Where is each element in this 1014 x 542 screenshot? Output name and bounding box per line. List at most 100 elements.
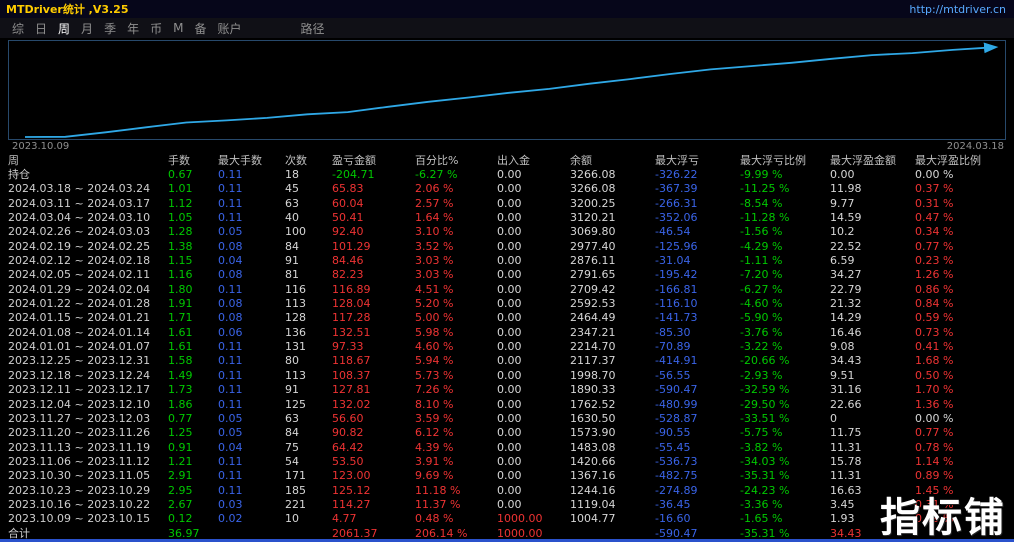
column-header: 最大浮盈比例 bbox=[915, 153, 981, 167]
table-row: 2024.01.08 ~ 2024.01.14 1.61 0.06 136 132.51… bbox=[8, 325, 1014, 339]
table-cell: 2024.01.22 ~ 2024.01.28 bbox=[8, 297, 151, 311]
table-cell: -11.25 % bbox=[740, 182, 790, 196]
table-cell: -4.60 % bbox=[740, 297, 783, 311]
app-url-link[interactable]: http://mtdriver.cn bbox=[909, 3, 1006, 16]
table-cell: 2024.02.05 ~ 2024.02.11 bbox=[8, 268, 151, 282]
table-cell: -3.76 % bbox=[740, 325, 783, 339]
menu-item-综[interactable]: 综 bbox=[12, 20, 24, 37]
table-cell: 2024.01.29 ~ 2024.02.04 bbox=[8, 282, 151, 296]
table-cell: 9.77 bbox=[830, 196, 855, 210]
table-cell: -326.22 bbox=[655, 168, 698, 182]
table-cell: 5.20 % bbox=[415, 297, 454, 311]
table-cell: 22.79 bbox=[830, 282, 862, 296]
table-cell: 84 bbox=[285, 426, 299, 440]
menu-item-备[interactable]: 备 bbox=[194, 20, 206, 37]
table-cell: 64.42 bbox=[332, 440, 364, 454]
table-cell: -90.55 bbox=[655, 426, 691, 440]
table-cell: -274.89 bbox=[655, 483, 698, 497]
table-cell: 0.11 bbox=[218, 211, 243, 225]
table-row: 2024.02.05 ~ 2024.02.11 1.16 0.08 81 82.23 3.… bbox=[8, 268, 1014, 282]
stats-table: 周 手数 最大手数 次数 盈亏金额 百分比% 出入金 余额 最大浮亏 最大浮亏比例 最大浮盈金额 最大… bbox=[0, 153, 1014, 540]
chart-axis-labels: 2023.10.09 2024.03.18 bbox=[0, 140, 1014, 153]
table-cell: -3.22 % bbox=[740, 340, 783, 354]
table-cell: 1.61 bbox=[168, 325, 193, 339]
table-cell: 4.77 bbox=[332, 512, 357, 526]
table-cell: 54 bbox=[285, 454, 299, 468]
table-cell: 1.86 bbox=[168, 397, 193, 411]
menu-item-path[interactable]: 路径 bbox=[301, 20, 325, 37]
table-cell: 0.11 bbox=[218, 196, 243, 210]
table-cell: 2347.21 bbox=[570, 325, 616, 339]
table-cell: 2023.12.11 ~ 2023.12.17 bbox=[8, 383, 151, 397]
table-cell: 1004.77 bbox=[570, 512, 616, 526]
equity-curve-svg bbox=[24, 42, 999, 138]
menu-item-日[interactable]: 日 bbox=[35, 20, 47, 37]
menu-items: 综日周月季年币 M 备账户 bbox=[12, 20, 253, 37]
table-cell: 97.33 bbox=[332, 340, 364, 354]
table-cell: 90.82 bbox=[332, 426, 364, 440]
table-cell: -55.45 bbox=[655, 440, 691, 454]
table-cell: -11.28 % bbox=[740, 211, 790, 225]
table-cell: 0.00 bbox=[497, 211, 522, 225]
table-cell: 0.11 bbox=[218, 469, 243, 483]
table-cell: 36.97 bbox=[168, 526, 200, 540]
table-cell: 0.78 % bbox=[915, 440, 954, 454]
table-cell: 128 bbox=[285, 311, 306, 325]
menu-item-季[interactable]: 季 bbox=[104, 20, 116, 37]
table-cell: 0.03 bbox=[218, 497, 243, 511]
menu-item-年[interactable]: 年 bbox=[127, 20, 139, 37]
table-cell: 0.59 % bbox=[915, 311, 954, 325]
table-cell: 0.89 % bbox=[915, 469, 954, 483]
table-cell: 0.47 % bbox=[915, 211, 954, 225]
table-cell: -34.03 % bbox=[740, 454, 790, 468]
table-cell: 14.59 bbox=[830, 211, 862, 225]
menu-item-账户[interactable]: 账户 bbox=[217, 20, 241, 37]
table-row: 2024.01.01 ~ 2024.01.07 1.61 0.11 131 97.33 4… bbox=[8, 339, 1014, 353]
table-cell: 2.67 bbox=[168, 497, 193, 511]
table-cell: 221 bbox=[285, 497, 306, 511]
table-cell: 127.81 bbox=[332, 383, 371, 397]
table-cell: 21.32 bbox=[830, 297, 862, 311]
table-cell: 0.00 bbox=[497, 397, 522, 411]
table-header-row: 周 手数 最大手数 次数 盈亏金额 百分比% 出入金 余额 最大浮亏 最大浮亏比例 最大浮盈金额 最大… bbox=[8, 153, 1014, 167]
table-cell: -6.27 % bbox=[740, 282, 783, 296]
table-cell: 0.11 bbox=[218, 168, 243, 182]
table-cell: -528.87 bbox=[655, 411, 698, 425]
table-cell: 0.00 bbox=[497, 168, 522, 182]
table-cell: 2023.12.25 ~ 2023.12.31 bbox=[8, 354, 151, 368]
table-cell: 2464.49 bbox=[570, 311, 616, 325]
menu-item-币[interactable]: 币 bbox=[150, 20, 162, 37]
table-cell: -116.10 bbox=[655, 297, 698, 311]
table-cell: 6.12 % bbox=[415, 426, 454, 440]
table-cell: 2.91 bbox=[168, 469, 193, 483]
table-cell: 0.00 bbox=[497, 354, 522, 368]
table-cell: 131 bbox=[285, 340, 306, 354]
table-cell: -482.75 bbox=[655, 469, 698, 483]
table-cell: 2023.11.27 ~ 2023.12.03 bbox=[8, 411, 151, 425]
table-cell: -266.31 bbox=[655, 196, 698, 210]
table-cell: 81 bbox=[285, 268, 299, 282]
table-cell: 50.41 bbox=[332, 211, 364, 225]
table-row: 2023.10.23 ~ 2023.10.29 2.95 0.11 185 125.12… bbox=[8, 483, 1014, 497]
table-cell: 2023.10.23 ~ 2023.10.29 bbox=[8, 483, 151, 497]
table-cell: 132.02 bbox=[332, 397, 371, 411]
menu-item-M[interactable]: M bbox=[173, 21, 183, 35]
table-cell: 4.39 % bbox=[415, 440, 454, 454]
table-cell: 2.57 % bbox=[415, 196, 454, 210]
table-row: 2023.11.27 ~ 2023.12.03 0.77 0.05 63 56.60 3.… bbox=[8, 411, 1014, 425]
table-cell: 2.06 % bbox=[415, 182, 454, 196]
menu-item-月[interactable]: 月 bbox=[81, 20, 93, 37]
table-cell: -3.36 % bbox=[740, 497, 783, 511]
table-cell: 0.11 bbox=[218, 182, 243, 196]
menu-item-周[interactable]: 周 bbox=[58, 20, 70, 37]
table-cell: 1420.66 bbox=[570, 454, 616, 468]
table-cell: 0.05 bbox=[218, 225, 243, 239]
table-cell: 0.11 bbox=[218, 354, 243, 368]
table-cell: 5.00 % bbox=[415, 311, 454, 325]
table-cell: 11.31 bbox=[830, 440, 862, 454]
table-cell: 185 bbox=[285, 483, 306, 497]
table-row: 2024.03.04 ~ 2024.03.10 1.05 0.11 40 50.41 1.… bbox=[8, 210, 1014, 224]
table-cell: 3.91 % bbox=[415, 454, 454, 468]
table-cell: -33.51 % bbox=[740, 411, 790, 425]
table-row: 2023.10.16 ~ 2023.10.22 2.67 0.03 221 114.27… bbox=[8, 497, 1014, 511]
